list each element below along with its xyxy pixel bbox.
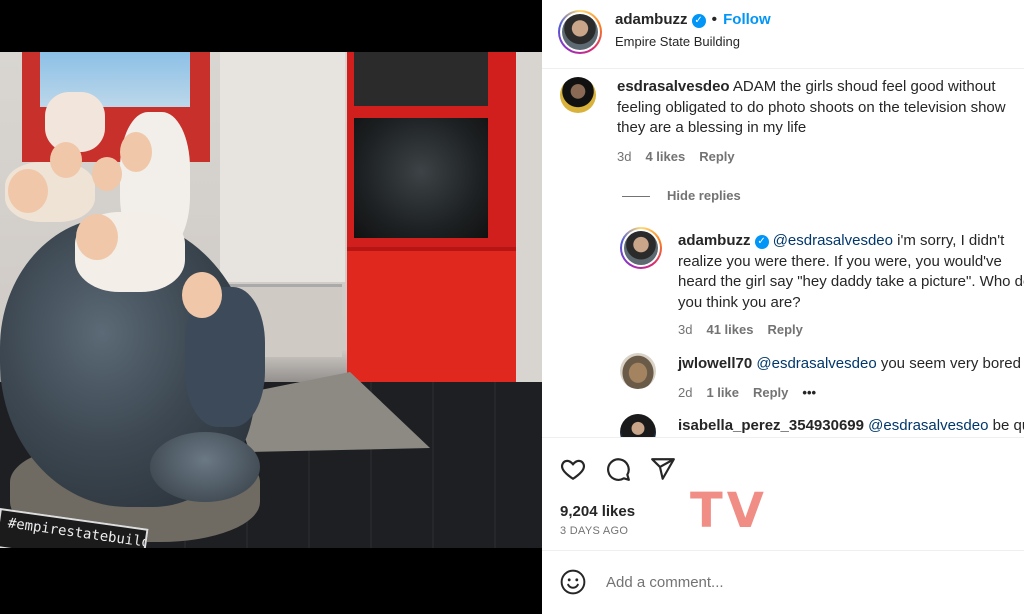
header-user-row: adambuzz ✓ • Follow — [615, 11, 771, 29]
photo-gorilla-finger — [150, 432, 260, 502]
reply-mention[interactable]: @esdrasalvesdeo — [756, 355, 876, 372]
reply-age: 3d — [678, 322, 693, 337]
reply-avatar[interactable] — [620, 227, 662, 269]
reply-age: 2d — [678, 385, 693, 400]
add-comment-bar — [542, 550, 1024, 614]
photo-face — [120, 132, 152, 172]
follow-button[interactable]: Follow — [723, 11, 771, 28]
post-header: adambuzz ✓ • Follow Empire State Building — [542, 0, 1024, 69]
more-options-icon[interactable]: ••• — [802, 385, 816, 400]
photo-face — [8, 169, 48, 213]
photo-red-base — [347, 247, 527, 386]
comment-username[interactable]: esdrasalvesdeo — [617, 78, 730, 95]
photo-face — [182, 272, 222, 318]
comment-icon[interactable] — [605, 456, 631, 482]
heart-icon[interactable] — [560, 456, 586, 482]
reply-mention[interactable]: @esdrasalvesdeo — [773, 232, 893, 249]
reply-button[interactable]: Reply — [753, 385, 788, 400]
reply-username[interactable]: isabella_perez_354930699 — [678, 417, 864, 434]
photo-wall-right — [516, 52, 542, 382]
emoji-icon[interactable] — [560, 569, 586, 595]
comment-meta: 3d 4 likes Reply — [617, 149, 749, 164]
reply-text: isabella_perez_354930699 @esdrasalvesdeo… — [678, 416, 1024, 437]
reply-meta: 3d 41 likes Reply — [678, 322, 817, 337]
commenter-avatar[interactable] — [560, 77, 596, 113]
photo-wall — [220, 52, 345, 282]
comment-age: 3d — [617, 149, 632, 164]
post-location[interactable]: Empire State Building — [615, 34, 740, 49]
photo-girl-back — [45, 92, 105, 152]
reply-avatar[interactable] — [620, 414, 656, 437]
post-time: 3 DAYS AGO — [560, 525, 629, 537]
photo-face — [92, 157, 122, 191]
add-comment-input[interactable] — [604, 573, 988, 592]
watermark-logo: TV — [690, 483, 768, 539]
separator-dot: • — [711, 11, 718, 28]
hide-replies-line — [622, 196, 650, 197]
reply-body: you seem very bored — [880, 355, 1021, 372]
reply-likes[interactable]: 41 likes — [706, 322, 753, 337]
verified-badge-icon: ✓ — [754, 235, 769, 249]
author-avatar[interactable] — [558, 10, 602, 54]
comments-list[interactable]: esdrasalvesdeo ADAM the girls shoud feel… — [542, 69, 1024, 437]
reply-likes[interactable]: 1 like — [706, 385, 739, 400]
post-actions: 9,204 likes 3 DAYS AGO TV — [542, 437, 1024, 550]
share-icon[interactable] — [650, 456, 676, 482]
hide-replies-button[interactable]: Hide replies — [667, 188, 741, 203]
post-side-panel: adambuzz ✓ • Follow Empire State Building e… — [542, 0, 1024, 614]
post-photo[interactable]: #empirestatebuilding — [0, 52, 542, 548]
likes-count[interactable]: 9,204 likes — [560, 503, 635, 520]
reply-button[interactable]: Reply — [767, 322, 802, 337]
reply-meta: 2d 1 like Reply ••• — [678, 385, 830, 400]
photo-face — [76, 214, 118, 260]
reply-body: be quiet — [992, 417, 1024, 434]
comment-likes[interactable]: 4 likes — [645, 149, 685, 164]
reply-button[interactable]: Reply — [699, 149, 734, 164]
reply-mention[interactable]: @esdrasalvesdeo — [868, 417, 988, 434]
reply-text: jwlowell70 @esdrasalvesdeo you seem very… — [678, 354, 1024, 375]
photo-glass-top — [354, 52, 488, 106]
reply-username[interactable]: adambuzz — [678, 232, 751, 249]
reply-avatar[interactable] — [620, 353, 656, 389]
verified-badge-icon: ✓ — [691, 14, 706, 28]
comment-text: esdrasalvesdeo ADAM the girls shoud feel… — [617, 77, 1024, 139]
author-username[interactable]: adambuzz — [615, 11, 688, 28]
reply-text: adambuzz ✓ @esdrasalvesdeo i'm sorry, I d… — [678, 231, 1024, 313]
photo-glass-kong — [354, 118, 488, 238]
post-media-area: #empirestatebuilding — [0, 0, 542, 614]
photo-face — [50, 142, 82, 178]
reply-username[interactable]: jwlowell70 — [678, 355, 752, 372]
